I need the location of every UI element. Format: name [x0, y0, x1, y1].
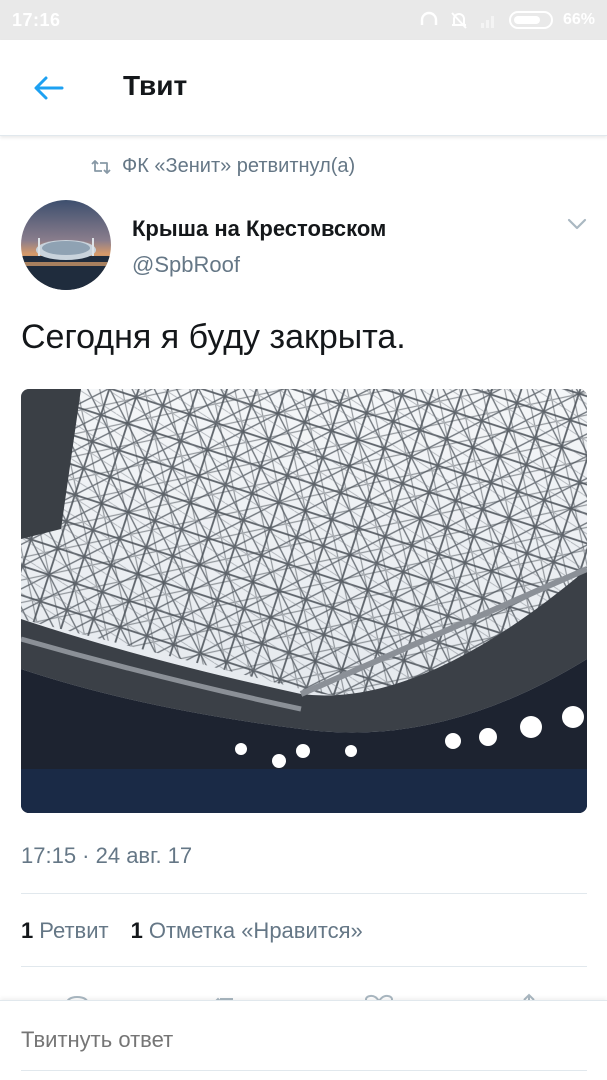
like-stat[interactable]: 1 Отметка «Нравится» — [131, 918, 363, 944]
signal-icon — [480, 16, 494, 28]
retweet-stat[interactable]: 1 Ретвит — [21, 918, 109, 944]
avatar[interactable] — [21, 200, 111, 290]
back-button[interactable] — [28, 70, 68, 106]
retweet-count: 1 — [21, 918, 34, 943]
status-bar: 17:16 66% — [0, 0, 607, 40]
retweet-icon — [91, 159, 111, 174]
tweet-text: Сегодня я буду закрыта. — [21, 318, 406, 356]
battery-level: 66% — [562, 11, 595, 28]
headphones-icon — [420, 11, 438, 25]
tweet-photo[interactable] — [21, 389, 587, 813]
battery-icon — [508, 11, 553, 29]
divider — [21, 966, 587, 967]
page-title: Твит — [123, 70, 188, 101]
reply-input[interactable] — [21, 1027, 587, 1053]
author-name[interactable]: Крыша на Крестовском — [132, 216, 386, 242]
status-time: 17:16 — [12, 9, 61, 30]
stadium-avatar-image — [21, 200, 111, 290]
retweet-context[interactable]: ФК «Зенит» ретвитнул(а) — [90, 155, 355, 178]
stadium-roof-photo — [21, 389, 587, 813]
alarm-off-icon — [451, 12, 467, 29]
like-stat-label: Отметка «Нравится» — [148, 918, 363, 943]
tweet-stats: 1 Ретвит 1 Отметка «Нравится» — [21, 918, 363, 944]
retweet-context-label: ФК «Зенит» ретвитнул(а) — [122, 155, 356, 177]
app-bar: Твит — [0, 40, 607, 136]
back-arrow-icon — [34, 76, 64, 100]
tweet-timestamp: 17:15 · 24 авг. 17 — [21, 843, 193, 868]
divider — [21, 893, 587, 894]
like-count: 1 — [130, 918, 143, 943]
author-handle[interactable]: @SpbRoof — [132, 252, 240, 278]
retweet-stat-label: Ретвит — [39, 918, 109, 943]
reply-bar — [0, 1000, 607, 1080]
chevron-down-icon[interactable] — [566, 216, 588, 232]
reply-underline — [21, 1070, 587, 1071]
